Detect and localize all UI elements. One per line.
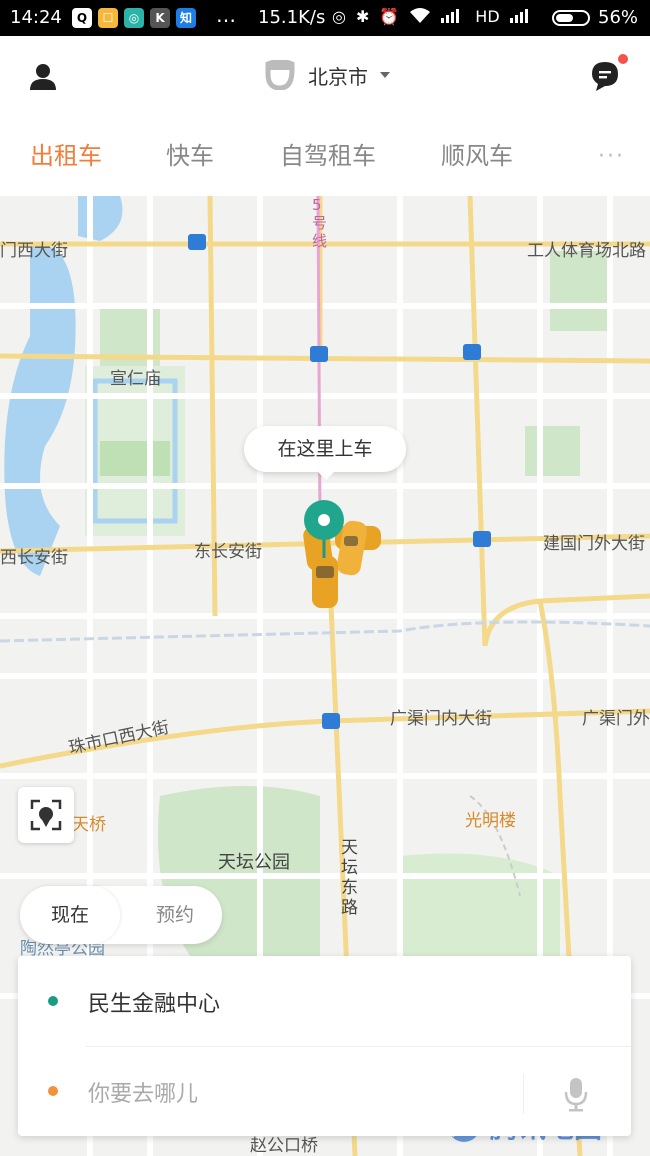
tab-hitch[interactable]: 顺风车	[441, 136, 513, 171]
origin-text: 民生金融中心	[88, 992, 221, 1017]
network-type: HD	[475, 7, 500, 26]
map-label-west-chang-an: 西长安街	[0, 548, 68, 568]
map-label-workers-stadium: 工人体育场北路	[527, 241, 646, 261]
map-label-temple-of-heaven: 天坛公园	[218, 852, 290, 873]
destination-dot-icon	[48, 1086, 58, 1096]
trip-panel: 民生金融中心 你要去哪儿	[18, 956, 631, 1136]
city-selector[interactable]: 北京市	[262, 60, 390, 90]
service-tabs: 出租车 快车 自驾租车 顺风车 ···	[0, 136, 650, 176]
vpn-icon: ◎	[332, 7, 346, 26]
pickup-bubble[interactable]: 在这里上车	[244, 426, 406, 480]
didi-logo-icon	[265, 60, 295, 90]
divider-vertical	[523, 1074, 524, 1114]
time-toggle: 现在 预约	[20, 886, 222, 944]
origin-row[interactable]: 民生金融中心	[18, 956, 631, 1046]
notification-icons: Q ☐ ◎ K 知	[72, 8, 196, 28]
browser-app-icon: ◎	[124, 8, 144, 28]
clock: 14:24	[10, 7, 62, 28]
status-bar: 14:24 Q ☐ ◎ K 知 … 15.1K/s ◎ ✱ ⏰ HD 56%	[0, 0, 650, 36]
alarm-icon: ⏰	[379, 7, 400, 26]
mail-app-icon: ☐	[98, 8, 118, 28]
map-label-guangqumen-outer: 广渠门外	[582, 709, 650, 729]
reserve-option[interactable]: 预约	[130, 886, 220, 944]
map-label-tianqiao: 天桥	[72, 815, 106, 835]
destination-row[interactable]: 你要去哪儿	[18, 1046, 631, 1136]
more-notifications-icon: …	[216, 3, 237, 27]
tab-express[interactable]: 快车	[166, 136, 214, 171]
top-header: 北京市 出租车 快车 自驾租车 顺风车 ···	[0, 36, 650, 196]
profile-icon[interactable]	[28, 62, 58, 92]
network-speed: 15.1K/s	[258, 7, 326, 28]
battery-icon	[552, 10, 590, 26]
map-label-tiantan-east: 天坛东路	[341, 838, 358, 918]
recenter-location-button[interactable]	[18, 787, 74, 843]
tab-taxi[interactable]: 出租车	[30, 136, 102, 171]
tab-car-rental[interactable]: 自驾租车	[280, 136, 376, 171]
microphone-icon[interactable]	[564, 1076, 588, 1112]
chevron-down-icon	[380, 72, 390, 78]
now-option[interactable]: 现在	[20, 886, 120, 944]
zhihu-icon: 知	[176, 8, 196, 28]
message-icon[interactable]	[590, 54, 628, 92]
signal-icon	[441, 7, 465, 29]
map-label-xuanren-temple: 宣仁庙	[110, 369, 161, 389]
map-label-guangming: 光明楼	[465, 811, 516, 831]
unread-badge	[618, 54, 628, 64]
battery-percent: 56%	[598, 7, 639, 28]
map-label-guangqumen-inner: 广渠门内大街	[390, 709, 492, 729]
crosshair-icon	[30, 799, 62, 831]
wifi-icon	[409, 7, 431, 29]
map-label-subway: 5号线	[312, 196, 328, 250]
map-label-jianguomen: 建国门外大街	[543, 534, 645, 554]
map-label-east-chang-an: 东长安街	[194, 542, 262, 562]
k-app-icon: K	[150, 8, 170, 28]
bluetooth-icon: ✱	[355, 7, 370, 26]
origin-dot-icon	[48, 996, 58, 1006]
signal-icon-2	[509, 7, 534, 29]
more-tabs-icon[interactable]: ···	[598, 144, 625, 169]
destination-input[interactable]: 你要去哪儿	[88, 1076, 198, 1108]
map-label-fuchengmen: 门西大街	[0, 241, 68, 261]
qq-icon: Q	[72, 8, 92, 28]
city-name: 北京市	[308, 64, 368, 89]
